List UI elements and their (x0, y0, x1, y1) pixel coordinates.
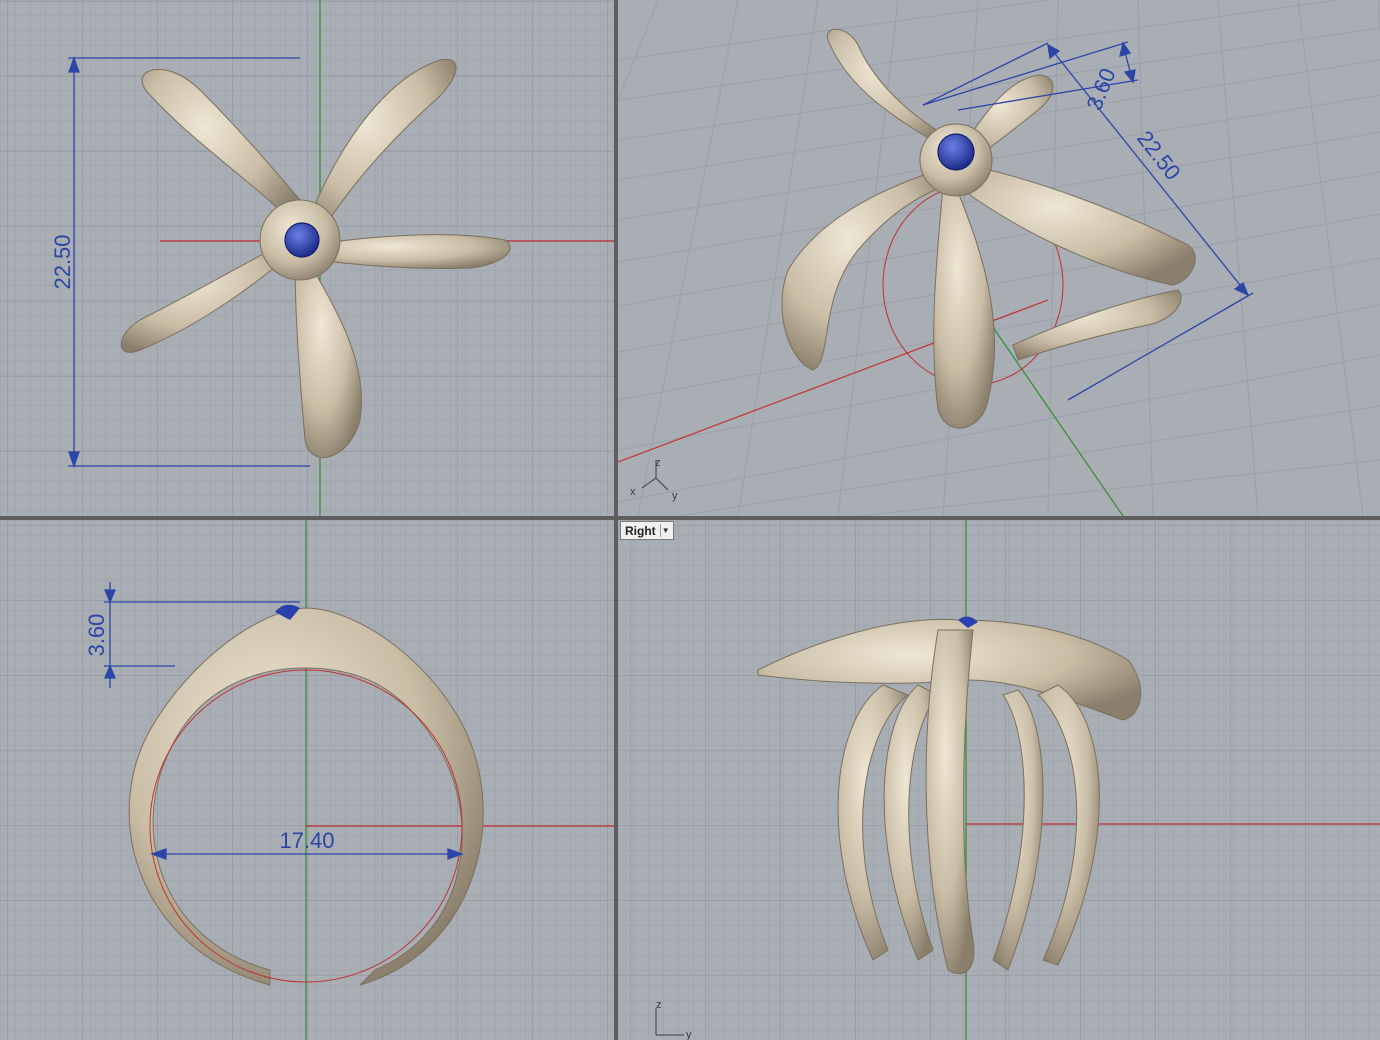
viewport-title-tab[interactable]: Right ▼ (620, 521, 674, 540)
right-view-canvas: z y (618, 520, 1380, 1040)
gizmo-z-label: z (655, 457, 661, 469)
gizmo-x-label: x (630, 486, 636, 498)
grid-major (0, 520, 614, 1040)
viewport-menu-arrow-icon[interactable]: ▼ (659, 524, 671, 537)
starfish-ring-model (781, 28, 1196, 429)
gizmo-y-label: y (686, 1029, 692, 1040)
viewport-title: Right (625, 523, 656, 538)
perspective-viewport[interactable]: 3.60 22.50 z x y (618, 0, 1380, 516)
gizmo-z-label: z (656, 999, 662, 1011)
diameter-dimension-label: 17.40 (279, 828, 334, 853)
perspective-grid (618, 0, 1380, 516)
top-viewport[interactable]: 22.50 (0, 0, 614, 516)
y-axis-line (987, 319, 1124, 516)
gem-stone-icon (937, 133, 975, 171)
gizmo-y-label: y (672, 490, 678, 502)
front-viewport[interactable]: 3.60 17.40 (0, 520, 614, 1040)
gem-stone-icon (284, 222, 320, 258)
height-dimension-label: 22.50 (50, 234, 75, 289)
front-view-canvas: 3.60 17.40 (0, 520, 614, 1040)
depth-dimension-label: 3.60 (84, 614, 109, 657)
right-viewport[interactable]: Right ▼ z y (618, 520, 1380, 1040)
top-view-canvas: 22.50 (0, 0, 614, 516)
depth-dimension-label: 3.60 (1081, 65, 1120, 114)
perspective-view-canvas: 3.60 22.50 z x y (618, 0, 1380, 516)
length-dimension-label: 22.50 (1132, 126, 1186, 185)
